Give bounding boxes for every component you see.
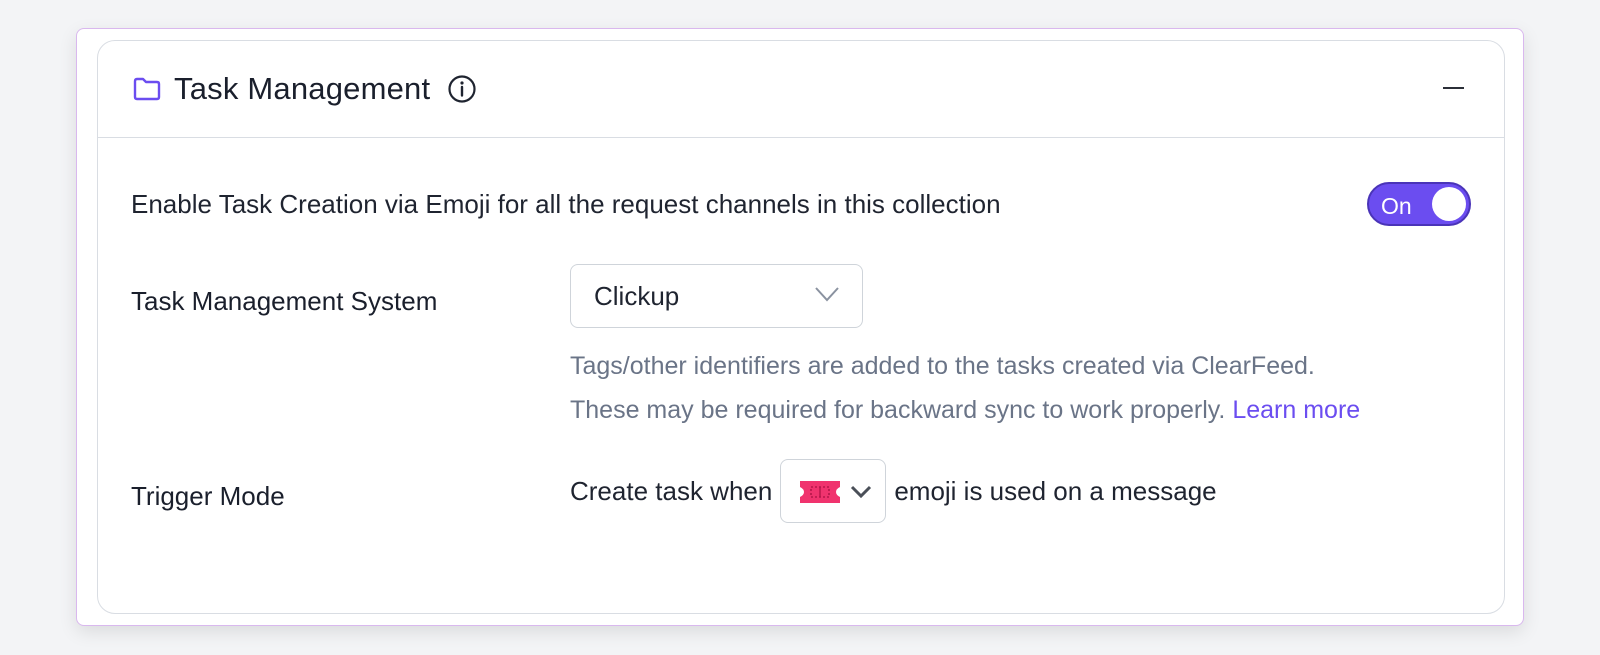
toggle-knob [1432,187,1466,221]
section-title: Task Management [174,71,431,106]
info-icon[interactable] [447,74,477,104]
enable-task-creation-label: Enable Task Creation via Emoji for all t… [131,189,1001,219]
trigger-suffix: emoji is used on a message [894,475,1217,506]
minus-icon[interactable] [1443,87,1464,89]
emoji-select[interactable] [780,459,887,523]
task-system-label: Task Management System [131,286,438,316]
task-system-select[interactable]: Clickup [570,264,863,328]
learn-more-link[interactable]: Learn more [1232,396,1360,424]
task-system-value: Clickup [594,280,680,311]
trigger-prefix: Create task when [570,475,773,506]
trigger-mode-sentence: Create task when emoji is used on a mess… [570,459,1217,523]
task-management-panel: Task Management Enable Task Creation via… [76,28,1524,626]
help-line-1: Tags/other identifiers are added to the … [570,352,1315,380]
trigger-mode-label: Trigger Mode [131,481,285,511]
folder-icon [133,77,161,101]
chevron-down-icon [851,485,872,499]
chevron-down-icon [815,287,839,302]
ticket-emoji-icon [800,481,841,503]
help-line-2-text: These may be required for backward sync … [570,396,1226,424]
task-management-card: Task Management Enable Task Creation via… [97,40,1505,614]
toggle-label: On [1381,193,1412,219]
card-header[interactable]: Task Management [98,41,1504,138]
enable-task-creation-toggle[interactable]: On [1367,182,1471,226]
task-system-help: Tags/other identifiers are added to the … [570,344,1360,432]
help-line-2: These may be required for backward sync … [570,388,1360,432]
